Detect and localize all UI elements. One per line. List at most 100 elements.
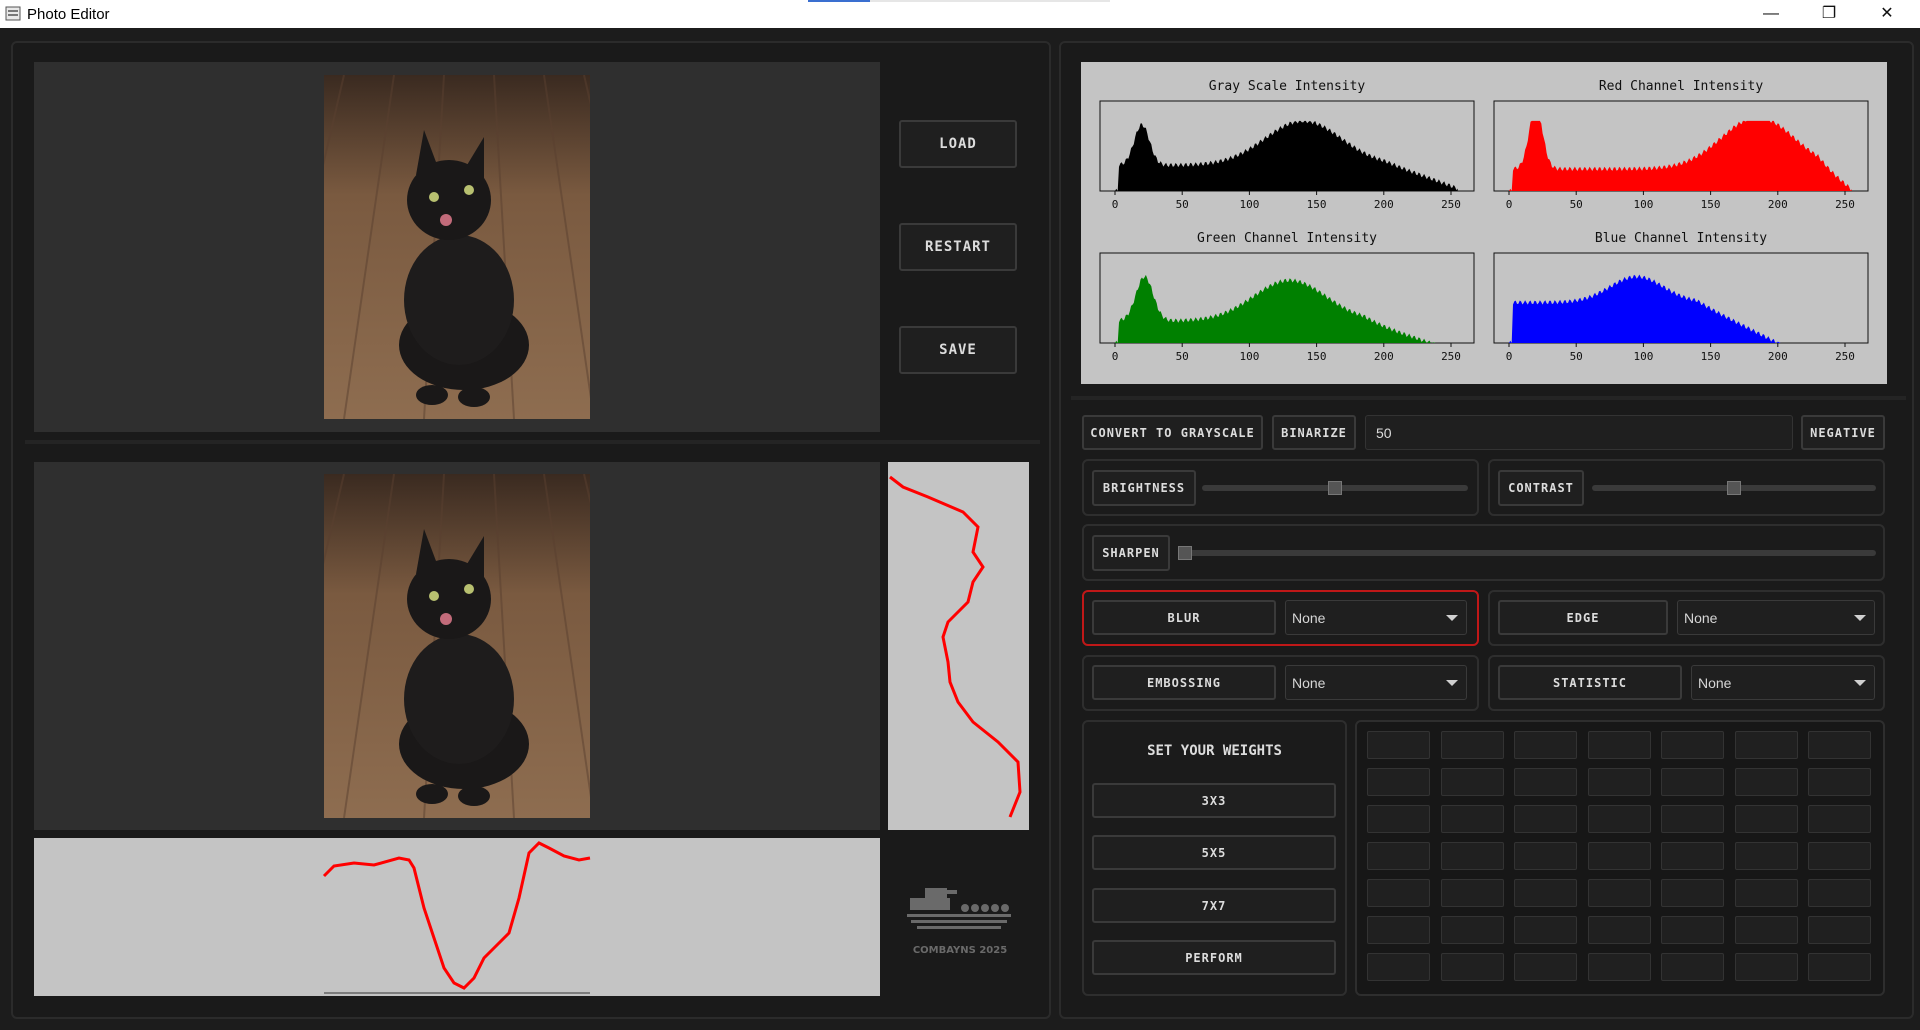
weight-cell[interactable] xyxy=(1661,768,1724,796)
weight-cell[interactable] xyxy=(1734,879,1798,907)
weight-cell[interactable] xyxy=(1661,953,1724,981)
weight-cell[interactable] xyxy=(1661,731,1724,759)
weight-cell[interactable] xyxy=(1367,879,1430,907)
weight-cell[interactable] xyxy=(1734,731,1798,759)
blur-button[interactable]: BLUR xyxy=(1092,600,1276,635)
histogram-3: Blue Channel Intensity 0 50 100 150 200 250 xyxy=(1493,214,1869,364)
weight-cell[interactable] xyxy=(1587,805,1651,833)
statistic-button[interactable]: STATISTIC xyxy=(1498,665,1682,700)
weight-cell[interactable] xyxy=(1661,879,1724,907)
statistic-select[interactable]: None xyxy=(1691,665,1875,700)
weight-cell[interactable] xyxy=(1661,842,1724,870)
weight-cell[interactable] xyxy=(1440,805,1504,833)
weights-heading: SET YOUR WEIGHTS xyxy=(1147,743,1282,759)
sharpen-button[interactable]: SHARPEN xyxy=(1092,535,1170,571)
histogram-tick-label: 250 xyxy=(1835,350,1855,363)
weight-cell[interactable] xyxy=(1367,805,1430,833)
sharpen-slider[interactable] xyxy=(1178,550,1876,556)
weight-cell[interactable] xyxy=(1367,916,1430,944)
original-photo xyxy=(324,75,590,419)
weight-cell[interactable] xyxy=(1440,916,1504,944)
edge-select[interactable]: None xyxy=(1677,600,1875,635)
weight-cell[interactable] xyxy=(1587,916,1651,944)
weight-cell[interactable] xyxy=(1367,731,1430,759)
weights-3x3-button[interactable]: 3X3 xyxy=(1092,783,1336,818)
weight-cell[interactable] xyxy=(1808,916,1871,944)
histogram-tick-label: 0 xyxy=(1112,350,1119,363)
weight-cell[interactable] xyxy=(1514,879,1577,907)
weight-cell[interactable] xyxy=(1661,805,1724,833)
contrast-slider-thumb[interactable] xyxy=(1727,481,1741,495)
weight-cell[interactable] xyxy=(1587,842,1651,870)
weight-cell[interactable] xyxy=(1367,768,1430,796)
histogram-tick-label: 0 xyxy=(1506,350,1513,363)
weight-cell[interactable] xyxy=(1440,842,1504,870)
weight-cell[interactable] xyxy=(1440,953,1504,981)
histogram-tick-label: 100 xyxy=(1633,198,1653,211)
blur-select-value: None xyxy=(1292,609,1326,626)
histogram-tick-label: 50 xyxy=(1176,198,1189,211)
weight-cell[interactable] xyxy=(1734,953,1798,981)
histogram-tick-label: 100 xyxy=(1239,198,1259,211)
brightness-button[interactable]: BRIGHTNESS xyxy=(1092,470,1196,506)
perform-button[interactable]: PERFORM xyxy=(1092,940,1336,975)
horizontal-profile-plot xyxy=(34,838,880,996)
weight-cell[interactable] xyxy=(1514,916,1577,944)
tank-logo-icon xyxy=(907,888,1011,929)
contrast-button[interactable]: CONTRAST xyxy=(1498,470,1584,506)
histogram-tick-label: 150 xyxy=(1701,350,1721,363)
weights-5x5-button[interactable]: 5X5 xyxy=(1092,835,1336,870)
weight-cell[interactable] xyxy=(1734,768,1798,796)
edge-button[interactable]: EDGE xyxy=(1498,600,1668,635)
weight-cell[interactable] xyxy=(1734,805,1798,833)
weight-cell[interactable] xyxy=(1808,805,1871,833)
chevron-down-icon xyxy=(1446,679,1458,686)
weight-cell[interactable] xyxy=(1587,879,1651,907)
weight-cell[interactable] xyxy=(1440,879,1504,907)
weight-cell[interactable] xyxy=(1808,768,1871,796)
histogram-tick-label: 250 xyxy=(1441,198,1461,211)
restart-button[interactable]: RESTART xyxy=(899,223,1017,271)
weight-cell[interactable] xyxy=(1734,916,1798,944)
weight-cell[interactable] xyxy=(1661,916,1724,944)
weight-cell[interactable] xyxy=(1367,842,1430,870)
weight-cell[interactable] xyxy=(1808,953,1871,981)
weight-cell[interactable] xyxy=(1587,731,1651,759)
save-button[interactable]: SAVE xyxy=(899,326,1017,374)
convert-grayscale-button[interactable]: CONVERT TO GRAYSCALE xyxy=(1082,415,1263,450)
embossing-select[interactable]: None xyxy=(1285,665,1467,700)
histogram-tick-label: 150 xyxy=(1307,198,1327,211)
histogram-tick-label: 200 xyxy=(1768,350,1788,363)
weight-cell[interactable] xyxy=(1440,731,1504,759)
weight-cell[interactable] xyxy=(1808,879,1871,907)
weight-cell[interactable] xyxy=(1734,842,1798,870)
load-button[interactable]: LOAD xyxy=(899,120,1017,168)
weight-cell[interactable] xyxy=(1514,953,1577,981)
brightness-slider-thumb[interactable] xyxy=(1328,481,1342,495)
binarize-threshold-input[interactable]: 50 xyxy=(1365,415,1793,450)
weight-cell[interactable] xyxy=(1587,768,1651,796)
weights-7x7-button[interactable]: 7X7 xyxy=(1092,888,1336,923)
minimize-button[interactable]: — xyxy=(1748,0,1794,28)
horizontal-profile-line xyxy=(322,841,591,990)
embossing-button[interactable]: EMBOSSING xyxy=(1092,665,1276,700)
weight-cell[interactable] xyxy=(1587,953,1651,981)
weight-cell[interactable] xyxy=(1514,768,1577,796)
original-image-canvas xyxy=(34,62,880,432)
histogram-tick-label: 250 xyxy=(1441,350,1461,363)
weight-cell[interactable] xyxy=(1514,805,1577,833)
sharpen-slider-thumb[interactable] xyxy=(1178,546,1192,560)
weight-cell[interactable] xyxy=(1514,731,1577,759)
weight-cell[interactable] xyxy=(1808,731,1871,759)
weight-cell[interactable] xyxy=(1514,842,1577,870)
maximize-button[interactable]: ❐ xyxy=(1806,0,1852,28)
binarize-button[interactable]: BINARIZE xyxy=(1272,415,1356,450)
vertical-profile-line xyxy=(889,475,1022,818)
close-button[interactable]: ✕ xyxy=(1864,0,1910,28)
negative-button[interactable]: NEGATIVE xyxy=(1801,415,1885,450)
histogram-tick-label: 50 xyxy=(1570,350,1583,363)
weight-cell[interactable] xyxy=(1367,953,1430,981)
weight-cell[interactable] xyxy=(1808,842,1871,870)
blur-select[interactable]: None xyxy=(1285,600,1467,635)
weight-cell[interactable] xyxy=(1440,768,1504,796)
